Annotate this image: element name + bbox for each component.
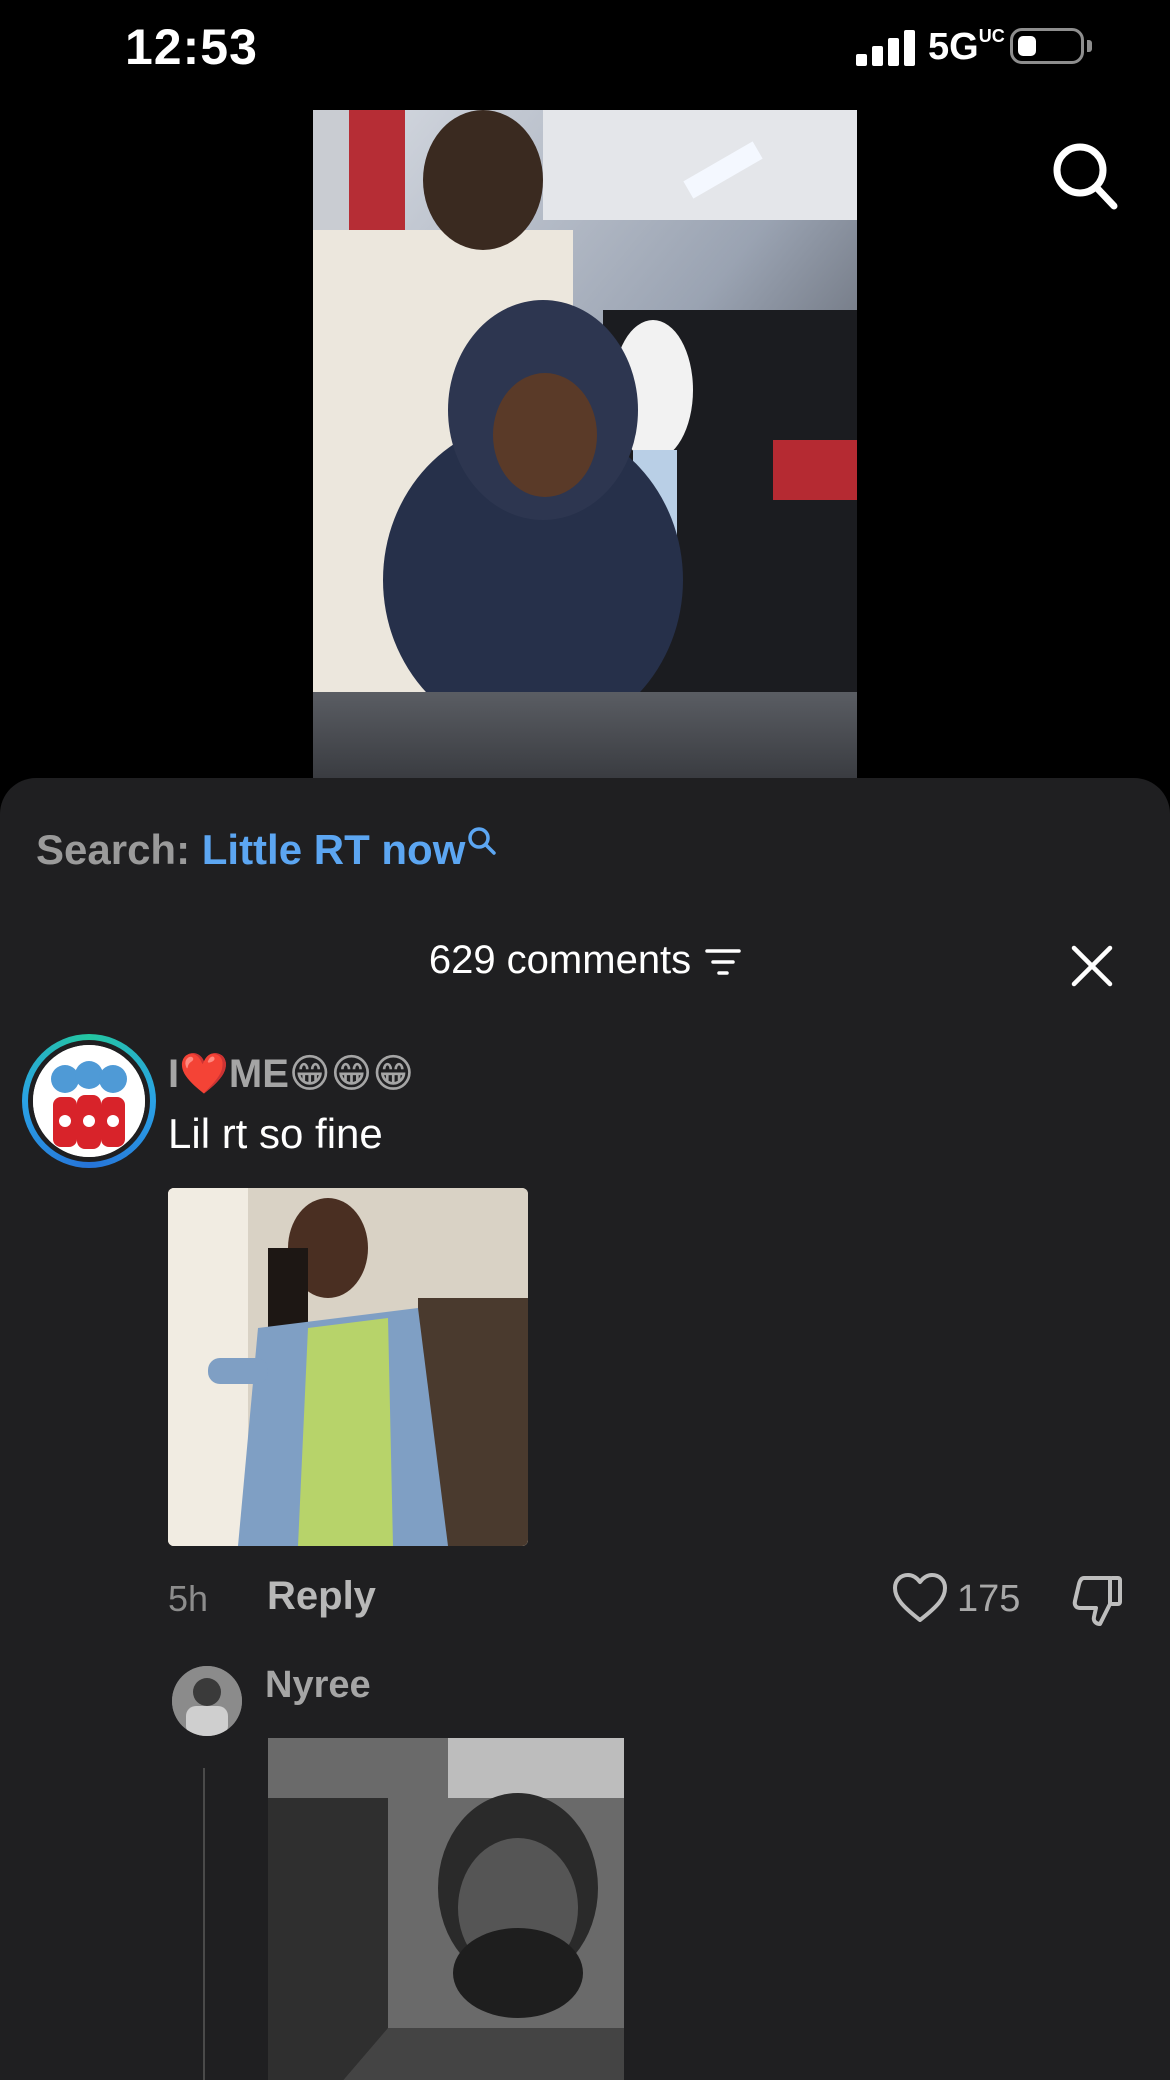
search-query-link[interactable]: Little RT now bbox=[202, 826, 466, 873]
comments-sheet: Search: Little RT now 629 comments I❤️ME… bbox=[0, 778, 1170, 2080]
reply-image[interactable] bbox=[268, 1738, 624, 2080]
signal-icon bbox=[856, 30, 916, 66]
comment-time: 5h bbox=[168, 1578, 209, 1619]
thread-line bbox=[203, 1768, 205, 2080]
filter-icon[interactable] bbox=[705, 947, 741, 977]
comment-photo bbox=[168, 1188, 528, 1546]
comment-username[interactable]: I❤️ME😁😁😁 bbox=[168, 1050, 414, 1097]
like-count: 175 bbox=[957, 1578, 1021, 1620]
reply-avatar-image bbox=[172, 1666, 242, 1736]
heart-icon bbox=[893, 1573, 947, 1622]
reply-avatar[interactable] bbox=[172, 1666, 242, 1736]
reply-photo bbox=[268, 1738, 624, 2080]
comments-header: 629 comments bbox=[0, 938, 1170, 983]
search-label: Search: bbox=[36, 826, 191, 873]
commenter-avatar[interactable] bbox=[22, 1034, 156, 1168]
video-frame bbox=[313, 110, 857, 778]
battery-icon bbox=[1010, 28, 1084, 64]
thumbs-down-icon bbox=[1072, 1576, 1122, 1626]
battery-tip bbox=[1087, 40, 1092, 52]
status-time: 12:53 bbox=[125, 19, 258, 75]
search-suggestion: Search: Little RT now bbox=[36, 826, 497, 874]
avatar-image bbox=[33, 1045, 145, 1157]
dislike-button[interactable] bbox=[1070, 1572, 1126, 1628]
like-button[interactable] bbox=[892, 1572, 948, 1624]
network-type: 5G bbox=[928, 26, 979, 68]
close-button[interactable] bbox=[1070, 944, 1114, 988]
video-player[interactable] bbox=[313, 110, 857, 778]
search-icon bbox=[1053, 143, 1118, 210]
reply-button[interactable]: Reply bbox=[267, 1574, 376, 1619]
screen: 12:53 5GUC Search: Little RT now 629 com… bbox=[0, 0, 1170, 2080]
network-suffix: UC bbox=[978, 26, 1005, 46]
comment-count: 629 comments bbox=[428, 938, 692, 982]
search-button[interactable] bbox=[1052, 142, 1118, 212]
close-icon bbox=[1071, 945, 1113, 987]
comment-image[interactable] bbox=[168, 1188, 528, 1546]
reply-username[interactable]: Nyree bbox=[265, 1664, 371, 1707]
search-query-icon[interactable] bbox=[467, 826, 497, 860]
comment-text: Lil rt so fine bbox=[168, 1110, 383, 1157]
network-label: 5GUC bbox=[928, 26, 1005, 69]
